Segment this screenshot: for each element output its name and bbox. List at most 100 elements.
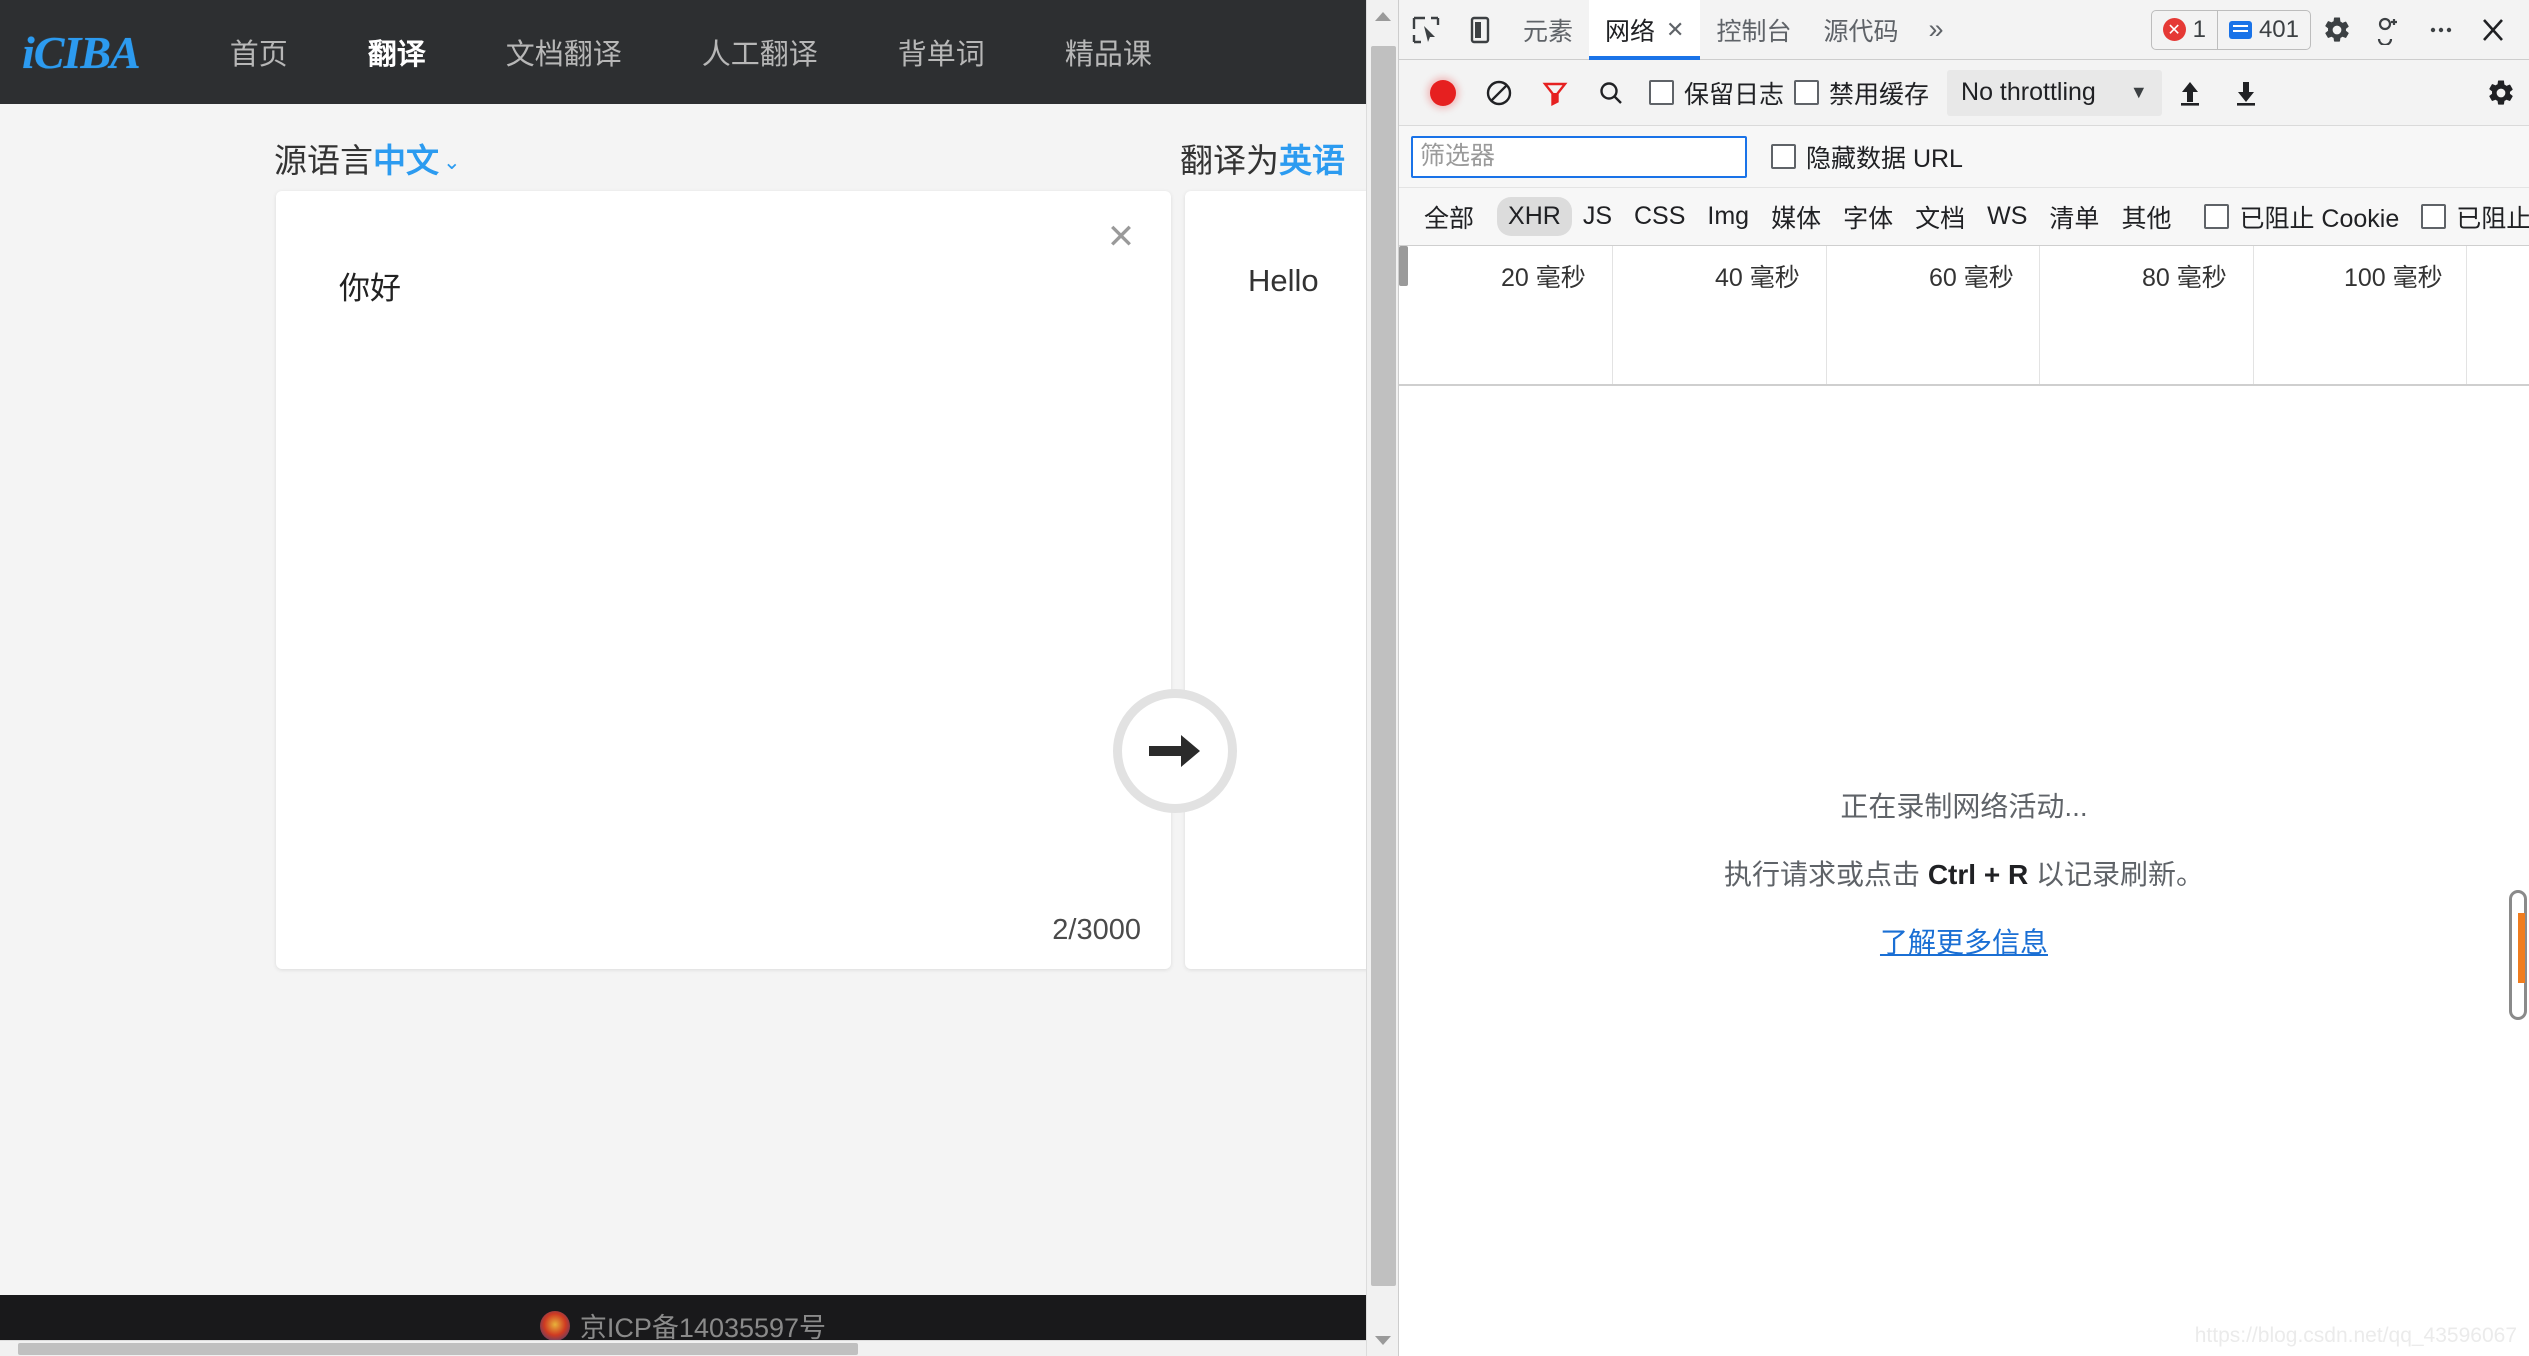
settings-gear-icon[interactable]	[2311, 0, 2363, 60]
source-language-label: 源语言	[274, 142, 373, 179]
tab-network[interactable]: 网络 ✕	[1589, 0, 1700, 60]
inspect-element-icon[interactable]	[1399, 0, 1453, 60]
timeline-tick-20ms: 20 毫秒	[1501, 258, 1586, 294]
checkbox-icon	[1771, 144, 1796, 169]
filter-input[interactable]	[1411, 136, 1747, 178]
devtools-tabbar: 元素 网络 ✕ 控制台 源代码 » ✕ 1	[1399, 0, 2529, 60]
record-button[interactable]	[1415, 60, 1471, 126]
page-horizontal-scrollbar[interactable]	[0, 1340, 1366, 1356]
checkbox-icon	[1794, 80, 1819, 105]
iciba-logo[interactable]: iCIBA	[22, 26, 140, 79]
result-text: Hello	[1248, 263, 1319, 299]
source-text-card: ✕ 你好 2/3000	[276, 191, 1171, 969]
type-filter-ws[interactable]: WS	[1976, 197, 2038, 236]
scroll-indicator-fill	[2518, 913, 2525, 983]
message-icon	[2229, 21, 2252, 39]
device-toolbar-icon[interactable]	[1453, 0, 1507, 60]
resource-type-filters: 全部 XHR JS CSS Img 媒体 字体 文档 WS 清单 其他 已阻止 …	[1399, 188, 2529, 246]
type-filter-css[interactable]: CSS	[1623, 197, 1696, 236]
timeline-tick-100ms: 100 毫秒	[2344, 258, 2443, 294]
more-options-icon[interactable]	[2415, 0, 2467, 60]
main-nav: 首页 翻译 文档翻译 人工翻译 背单词 精品课	[230, 31, 1152, 73]
nav-item-home[interactable]: 首页	[230, 31, 288, 73]
blocked-requests-label: 已阻止请求	[2456, 199, 2529, 235]
preserve-log-checkbox[interactable]: 保留日志	[1649, 75, 1784, 111]
devtools-scroll-indicator[interactable]	[2509, 890, 2527, 1020]
site-header: iCIBA 首页 翻译 文档翻译 人工翻译 背单词 精品课	[0, 0, 1366, 104]
timeline-tick-80ms: 80 毫秒	[2142, 258, 2227, 294]
message-count-badge[interactable]: 401	[2217, 11, 2310, 49]
tab-console-label: 控制台	[1716, 12, 1791, 48]
tab-network-label: 网络	[1605, 12, 1655, 48]
tab-sources[interactable]: 源代码	[1807, 0, 1914, 60]
clear-button[interactable]	[1471, 60, 1527, 126]
recording-hint-text: 执行请求或点击 Ctrl + R 以记录刷新。	[1724, 853, 2204, 893]
page-vertical-scrollbar[interactable]	[1366, 0, 1398, 1356]
type-filter-all[interactable]: 全部	[1413, 194, 1485, 240]
chevron-down-icon: ▼	[2130, 82, 2148, 103]
devtools-tabbar-right: ✕ 1 401	[2151, 0, 2529, 60]
blocked-cookies-label: 已阻止 Cookie	[2239, 199, 2399, 235]
target-language-value: 英语	[1279, 142, 1345, 179]
more-tabs-icon[interactable]: »	[1915, 14, 1958, 45]
close-devtools-icon[interactable]	[2467, 0, 2519, 60]
export-har-icon[interactable]	[2218, 60, 2274, 126]
source-language-value: 中文	[373, 142, 439, 179]
devtools-panel: 元素 网络 ✕ 控制台 源代码 » ✕ 1	[1398, 0, 2529, 1356]
translate-panes: ✕ 你好 2/3000 Hello	[0, 191, 1366, 991]
type-filter-xhr[interactable]: XHR	[1497, 197, 1572, 236]
translate-body: 源语言中文⌄ 翻译为英语 ✕ 你好 2/3000 Hello	[0, 104, 1366, 1295]
learn-more-link[interactable]: 了解更多信息	[1880, 921, 2048, 961]
type-filter-doc[interactable]: 文档	[1904, 194, 1976, 240]
type-filter-other[interactable]: 其他	[2110, 194, 2182, 240]
source-textarea[interactable]: 你好	[339, 263, 401, 308]
target-language-selector[interactable]: 翻译为英语	[1180, 134, 1345, 182]
scroll-up-arrow-icon[interactable]	[1367, 0, 1398, 32]
target-language-label: 翻译为	[1180, 142, 1279, 179]
character-counter: 2/3000	[1052, 914, 1141, 947]
hint-prefix: 执行请求或点击	[1724, 859, 1928, 890]
tab-elements-label: 元素	[1523, 12, 1573, 48]
network-overview-timeline[interactable]: 20 毫秒 40 毫秒 60 毫秒 80 毫秒 100 毫秒	[1399, 246, 2529, 386]
translate-button[interactable]	[1113, 689, 1237, 813]
hint-suffix: 以记录刷新。	[2028, 859, 2204, 890]
checkbox-icon	[2421, 204, 2446, 229]
source-language-selector[interactable]: 源语言中文⌄	[274, 134, 461, 182]
timeline-tick-60ms: 60 毫秒	[1929, 258, 2014, 294]
nav-item-human-translate[interactable]: 人工翻译	[702, 31, 818, 73]
hide-data-urls-label: 隐藏数据 URL	[1806, 139, 1963, 175]
blocked-requests-checkbox[interactable]: 已阻止请求	[2421, 199, 2529, 235]
hide-data-urls-checkbox[interactable]: 隐藏数据 URL	[1771, 139, 1963, 175]
nav-item-doc-translate[interactable]: 文档翻译	[506, 31, 622, 73]
customize-devtools-icon[interactable]	[2363, 0, 2415, 60]
network-filter-row: 隐藏数据 URL	[1399, 126, 2529, 188]
blocked-cookies-checkbox[interactable]: 已阻止 Cookie	[2204, 199, 2399, 235]
nav-item-courses[interactable]: 精品课	[1065, 31, 1152, 73]
type-filter-js[interactable]: JS	[1572, 197, 1623, 236]
error-count-badge[interactable]: ✕ 1	[2152, 11, 2217, 49]
close-icon[interactable]: ✕	[1666, 17, 1684, 43]
network-toolbar: 保留日志 禁用缓存 No throttling ▼	[1399, 60, 2529, 126]
tab-elements[interactable]: 元素	[1507, 0, 1589, 60]
type-filter-img[interactable]: Img	[1696, 197, 1760, 236]
nav-item-translate[interactable]: 翻译	[368, 31, 426, 73]
tab-console[interactable]: 控制台	[1700, 0, 1807, 60]
watermark: https://blog.csdn.net/qq_43596067	[2195, 1324, 2517, 1348]
import-har-icon[interactable]	[2162, 60, 2218, 126]
filter-toggle-button[interactable]	[1527, 60, 1583, 126]
vertical-scroll-thumb[interactable]	[1371, 46, 1396, 1286]
type-filter-font[interactable]: 字体	[1832, 194, 1904, 240]
close-icon[interactable]: ✕	[1101, 217, 1141, 257]
nav-item-vocabulary[interactable]: 背单词	[898, 31, 985, 73]
arrow-right-icon	[1147, 730, 1203, 772]
language-row: 源语言中文⌄ 翻译为英语	[0, 104, 1366, 199]
throttling-dropdown[interactable]: No throttling ▼	[1947, 70, 2162, 116]
search-icon[interactable]	[1583, 60, 1639, 126]
type-filter-manifest[interactable]: 清单	[2038, 194, 2110, 240]
type-filter-media[interactable]: 媒体	[1760, 194, 1832, 240]
horizontal-scroll-thumb[interactable]	[18, 1343, 858, 1355]
disable-cache-checkbox[interactable]: 禁用缓存	[1794, 75, 1929, 111]
timeline-left-handle[interactable]	[1399, 246, 1408, 286]
network-settings-gear-icon[interactable]	[2473, 60, 2529, 126]
scroll-down-arrow-icon[interactable]	[1367, 1324, 1398, 1356]
